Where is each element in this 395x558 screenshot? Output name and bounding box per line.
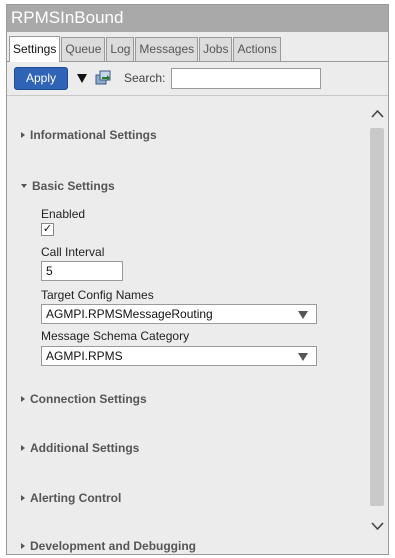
section-alerting-control[interactable]: Alerting Control bbox=[21, 491, 121, 505]
section-label: Informational Settings bbox=[30, 128, 157, 142]
caret-right-icon bbox=[21, 396, 25, 402]
dropdown-arrow-icon bbox=[298, 311, 308, 319]
target-config-value: AGMPI.RPMSMessageRouting bbox=[46, 307, 213, 321]
scrollbar-thumb[interactable] bbox=[370, 128, 384, 506]
section-informational-settings[interactable]: Informational Settings bbox=[21, 128, 157, 142]
tab-log[interactable]: Log bbox=[106, 37, 135, 61]
section-additional-settings[interactable]: Additional Settings bbox=[21, 441, 139, 455]
toolbar: Apply Search: bbox=[7, 62, 388, 94]
caret-right-icon bbox=[21, 543, 25, 549]
caret-right-icon bbox=[21, 445, 25, 451]
tab-bar: Settings Queue Log Messages Jobs Actions bbox=[7, 32, 388, 62]
tab-jobs[interactable]: Jobs bbox=[199, 37, 233, 61]
section-development-debugging[interactable]: Development and Debugging bbox=[21, 539, 196, 553]
section-label: Alerting Control bbox=[30, 491, 122, 505]
section-basic-settings[interactable]: Basic Settings bbox=[21, 179, 115, 193]
search-label: Search: bbox=[124, 71, 166, 85]
call-interval-label: Call Interval bbox=[41, 245, 105, 259]
dropdown-arrow-icon bbox=[298, 353, 308, 361]
enabled-label: Enabled bbox=[41, 207, 86, 221]
caret-down-icon bbox=[21, 184, 27, 188]
apply-button[interactable]: Apply bbox=[14, 66, 68, 90]
tab-actions[interactable]: Actions bbox=[233, 37, 281, 61]
tab-messages[interactable]: Messages bbox=[135, 37, 199, 61]
schema-category-select[interactable]: AGMPI.RPMS bbox=[41, 346, 317, 366]
schema-category-label: Message Schema Category bbox=[41, 329, 190, 343]
filter-icon[interactable] bbox=[77, 73, 87, 83]
checkmark-icon: ✓ bbox=[42, 223, 53, 235]
section-label: Additional Settings bbox=[30, 441, 140, 455]
caret-right-icon bbox=[21, 132, 25, 138]
tab-settings[interactable]: Settings bbox=[9, 36, 61, 62]
refresh-icon[interactable] bbox=[94, 69, 112, 87]
enabled-checkbox[interactable]: ✓ bbox=[41, 223, 54, 236]
chevron-down-icon[interactable] bbox=[371, 520, 384, 531]
settings-scroll-area: Informational Settings Basic Settings En… bbox=[7, 96, 367, 554]
chevron-up-icon[interactable] bbox=[371, 108, 384, 118]
section-label: Development and Debugging bbox=[30, 539, 197, 553]
target-config-select[interactable]: AGMPI.RPMSMessageRouting bbox=[41, 304, 317, 324]
search-input[interactable] bbox=[171, 67, 322, 89]
schema-category-value: AGMPI.RPMS bbox=[46, 349, 123, 363]
section-label: Basic Settings bbox=[32, 179, 115, 193]
call-interval-field[interactable] bbox=[41, 261, 123, 281]
section-label: Connection Settings bbox=[30, 392, 147, 406]
vertical-scrollbar[interactable] bbox=[367, 96, 388, 554]
target-config-label: Target Config Names bbox=[41, 288, 154, 302]
settings-panel: Informational Settings Basic Settings En… bbox=[7, 95, 388, 554]
tab-queue[interactable]: Queue bbox=[61, 37, 106, 61]
app-window: RPMSInBound Settings Queue Log Messages … bbox=[6, 4, 389, 555]
section-connection-settings[interactable]: Connection Settings bbox=[21, 392, 147, 406]
window-title: RPMSInBound bbox=[7, 5, 388, 32]
caret-right-icon bbox=[21, 495, 25, 501]
